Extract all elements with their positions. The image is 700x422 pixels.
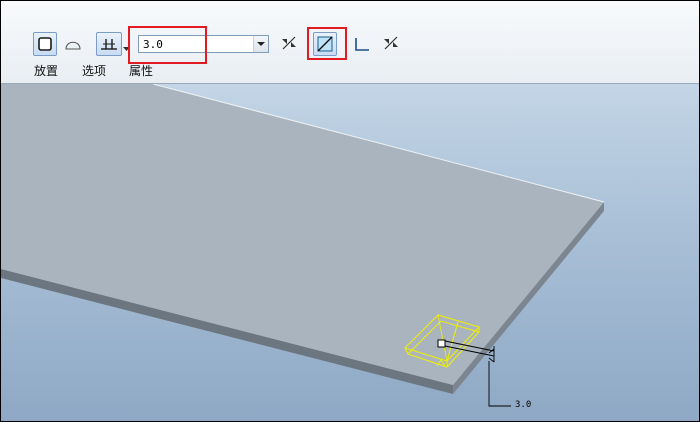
thicken-sketch-button[interactable] <box>350 32 374 56</box>
depth-field-highlight <box>128 26 207 64</box>
graphics-viewport[interactable]: 3.0 <box>1 84 699 421</box>
model-canvas <box>1 84 605 407</box>
caret-down-icon <box>257 42 265 46</box>
depth-option-button[interactable] <box>96 32 122 56</box>
tab-placement[interactable]: 放置 <box>34 62 58 79</box>
flip-thickness-button[interactable] <box>379 31 403 55</box>
thicken-icon <box>355 38 369 51</box>
feature-dashboard: 放置 选项 属性 <box>1 1 699 84</box>
plate-top-face[interactable] <box>1 84 604 385</box>
flip-thickness-icon <box>384 36 398 50</box>
solid-icon <box>38 37 52 51</box>
surface-button[interactable] <box>61 32 85 56</box>
tab-options[interactable]: 选项 <box>82 62 106 79</box>
solid-button[interactable] <box>33 32 57 56</box>
tab-properties[interactable]: 属性 <box>129 62 153 79</box>
flip-direction-icon <box>282 36 296 50</box>
flip-depth-direction-button[interactable] <box>277 31 301 55</box>
remove-material-highlight <box>307 27 347 60</box>
app-frame: 放置 选项 属性 <box>0 0 700 422</box>
surface-icon <box>65 41 81 50</box>
depth-dropdown-button[interactable] <box>253 36 268 52</box>
depth-drag-handle[interactable] <box>437 339 446 348</box>
blind-depth-icon <box>101 39 117 50</box>
depth-dimension-text[interactable]: 3.0 <box>515 400 531 410</box>
